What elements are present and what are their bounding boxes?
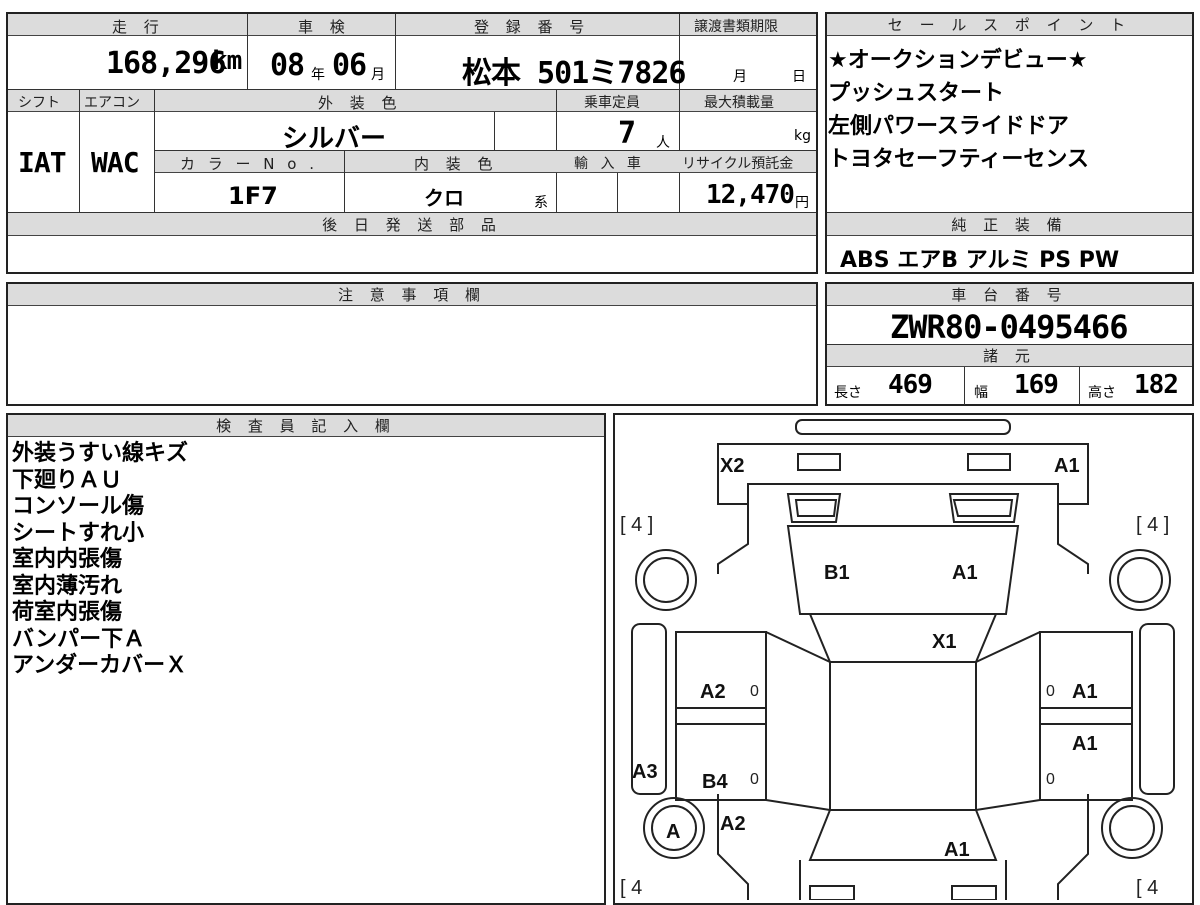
transfer-deadline-header: 譲渡書類期限 [694,19,778,35]
zero-mark: 0 [750,683,759,700]
inspector-note: コンソール傷 [12,494,145,519]
inspector-note: バンパー下Ａ [12,626,146,652]
inspector-note: アンダーカバーＸ [12,653,188,678]
zero-mark: 0 [1046,683,1055,700]
mileage-value: 168,296 [106,46,226,81]
sales-point-item: プッシュスタート [828,81,1005,106]
max-load-header: 最大積載量 [704,95,774,111]
aircon-value: WAC [91,146,140,179]
shift-header: シフト [18,95,60,111]
damage-code-rear-quarter-left: A2 [720,813,746,835]
length-label: 長さ [834,385,862,401]
color-no-header: カ ラ ー N o . [180,155,319,173]
genuine-equipment-value: ABS エアB アルミ PS PW [840,248,1120,273]
mileage-header: 走 行 [112,18,165,36]
inspector-note: 下廻りＡＵ [12,467,123,493]
aircon-header: エアコン [84,95,140,111]
genuine-equipment-header: 純 正 装 備 [827,213,1192,236]
shaken-year: 08 [270,48,305,83]
sales-points-list: ★オークションデビュー★ プッシュスタート 左側パワースライドドア トヨタセーフ… [828,44,1089,176]
width-label: 幅 [974,385,988,401]
later-parts-header: 後 日 発 送 部 品 [8,213,816,236]
inspector-note: シートすれ小 [12,520,145,546]
sales-point-item: ★オークションデビュー★ [828,48,1088,73]
shift-value: IAT [18,146,67,179]
length-value: 469 [888,370,933,400]
damage-code-rear-center: A1 [944,839,970,861]
tire-front-left: [ 4 ] [620,514,653,536]
damage-code-windshield: X1 [932,631,956,653]
inspector-header: 検 査 員 記 入 欄 [8,415,604,437]
damage-code-front-right: A1 [1054,455,1080,477]
color-no-value: 1F7 [228,182,278,210]
capacity-header: 乗車定員 [584,95,640,111]
chassis-header: 車 台 番 号 [827,284,1192,306]
inspector-note: 室内薄汚れ [12,573,123,599]
damage-code-hood-left: B1 [824,562,850,584]
recycle-unit: 円 [795,195,809,211]
tire-rear-right: [ 4 [1136,877,1158,899]
recycle-value: 12,470 [706,180,795,210]
tire-front-right: [ 4 ] [1136,514,1169,536]
damage-code-rear-wheel-left: A [666,821,680,843]
sales-point-item: トヨタセーフティーセンス [828,147,1089,172]
transfer-day-unit: 日 [792,69,806,85]
inspector-notes: 外装うすい線キズ 下廻りＡＵ コンソール傷 シートすれ小 室内内張傷 室内薄汚れ… [12,441,188,680]
inspector-note: 外装うすい線キズ [12,441,189,466]
damage-code-front-door-right: A1 [1072,681,1098,703]
height-label: 高さ [1088,385,1116,401]
import-header: 輸 入 車 [574,156,645,172]
caution-header: 注 意 事 項 欄 [8,284,816,306]
max-load-unit: kg [794,128,811,144]
interior-color-value: クロ [424,186,464,210]
interior-color-header: 内 装 色 [414,155,499,173]
recycle-header: リサイクル預託金 [682,156,794,172]
damage-code-rear-door-right: A1 [1072,733,1098,755]
sales-points-header: セ ー ル ス ポ イ ン ト [827,14,1192,36]
sales-point-item: 左側パワースライドドア [828,114,1069,139]
capacity-value: 7 [618,116,636,151]
shaken-year-unit: 年 [311,67,325,83]
registration-header: 登 録 番 号 [474,18,591,36]
inspector-note: 室内内張傷 [12,547,123,572]
specs-header: 諸 元 [827,345,1192,367]
width-value: 169 [1014,370,1059,400]
exterior-color-header: 外 装 色 [318,94,403,112]
capacity-unit: 人 [656,135,670,151]
inspector-note: 荷室内張傷 [12,600,123,625]
shaken-header: 車 検 [298,18,351,36]
mileage-unit: km [212,46,242,76]
damage-code-rear-fender-left: A3 [632,761,658,783]
transfer-month-unit: 月 [733,69,747,85]
damage-code-rear-door-left: B4 [702,771,728,793]
shaken-month: 06 [332,48,367,83]
car-outline-diagram: [ 4 ] [ 4 ] [ 4 [ 4 X2 A1 B1 A1 X1 A2 A1… [620,419,1175,900]
chassis-number: ZWR80-0495466 [890,308,1128,346]
damage-code-front-left: X2 [720,455,744,477]
interior-color-suffix: 系 [534,195,548,211]
height-value: 182 [1134,370,1179,400]
damage-code-hood-right: A1 [952,562,978,584]
zero-mark: 0 [750,771,759,788]
zero-mark: 0 [1046,771,1055,788]
tire-rear-left: [ 4 [620,877,642,899]
damage-code-front-door-left: A2 [700,681,726,703]
registration-number: 松本 501ミ7826 [462,56,686,91]
shaken-month-unit: 月 [371,67,385,83]
